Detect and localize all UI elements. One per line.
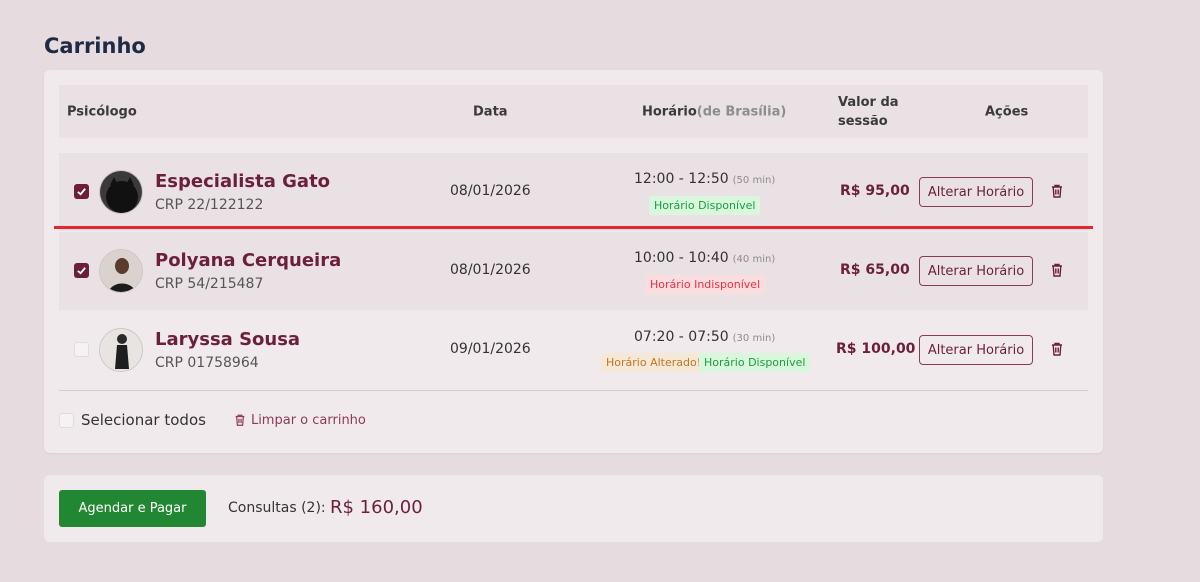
header-acoes: Ações [985,104,1029,119]
total-price: R$ 160,00 [330,497,423,518]
cart-card: Psicólogo Data Horário(de Brasília) Valo… [44,70,1103,453]
session-price: R$ 95,00 [840,183,910,199]
psychologist-crp: CRP 01758964 [155,355,259,371]
status-badge: Horário Indisponível [645,275,766,294]
session-time: 07:20 - 07:50 (30 min) [634,329,775,345]
person-photo [100,329,142,371]
highlight-line [54,226,1093,229]
status-badge: Horário Alterado! [601,353,707,372]
header-horario-sub: (de Brasília) [696,104,787,119]
status-badge: Horário Disponível [699,353,811,372]
change-time-button[interactable]: Alterar Horário [919,256,1033,286]
avatar [99,170,143,214]
time-range: 10:00 - 10:40 [634,250,729,266]
psychologist-name[interactable]: Laryssa Sousa [155,329,300,350]
time-duration: (40 min) [732,254,776,265]
header-horario: Horário(de Brasília) [642,104,786,119]
header-valor: Valor da sessão [838,94,899,129]
consultations-count: Consultas (2): [228,500,326,516]
change-time-button[interactable]: Alterar Horário [919,335,1033,365]
select-all[interactable]: Selecionar todos [59,411,206,429]
psychologist-crp: CRP 22/122122 [155,197,264,213]
trash-icon [235,414,245,426]
session-price: R$ 65,00 [840,262,910,278]
row-checkbox[interactable] [74,263,89,278]
page-title: Carrinho [44,34,146,58]
session-date: 08/01/2026 [450,183,531,199]
row-checkbox[interactable] [74,184,89,199]
session-time: 12:00 - 12:50 (50 min) [634,171,775,187]
time-range: 12:00 - 12:50 [634,171,729,187]
session-date: 09/01/2026 [450,341,531,357]
session-time: 10:00 - 10:40 (40 min) [634,250,775,266]
table-row: Especialista Gato CRP 22/122122 08/01/20… [59,153,1088,231]
time-duration: (30 min) [732,333,776,344]
status-badge: Horário Disponível [649,196,761,215]
psychologist-name[interactable]: Especialista Gato [155,171,330,192]
summary-card: Agendar e Pagar Consultas (2): R$ 160,00 [44,475,1103,542]
trash-icon[interactable] [1049,183,1065,199]
avatar [99,249,143,293]
trash-icon[interactable] [1049,262,1065,278]
psychologist-crp: CRP 54/215487 [155,276,264,292]
time-range: 07:20 - 07:50 [634,329,729,345]
trash-icon[interactable] [1049,341,1065,357]
header-data: Data [473,104,508,119]
table-header: Psicólogo Data Horário(de Brasília) Valo… [59,85,1088,138]
check-icon [77,267,86,275]
select-all-checkbox[interactable] [59,412,74,428]
header-psicologo: Psicólogo [67,104,137,119]
cat-photo [100,171,142,213]
psychologist-name[interactable]: Polyana Cerqueira [155,250,341,271]
time-duration: (50 min) [732,175,776,186]
row-checkbox[interactable] [74,342,89,357]
table-row: Laryssa Sousa CRP 01758964 09/01/2026 07… [59,311,1088,391]
cart-footer: Selecionar todos Limpar o carrinho [59,411,366,429]
header-horario-label: Horário [642,104,697,119]
select-all-label: Selecionar todos [81,411,206,429]
avatar [99,328,143,372]
table-row: Polyana Cerqueira CRP 54/215487 08/01/20… [59,232,1088,310]
clear-cart-link[interactable]: Limpar o carrinho [233,413,366,428]
check-icon [77,188,86,196]
person-photo [100,250,142,292]
session-price: R$ 100,00 [836,341,916,357]
clear-cart-label: Limpar o carrinho [250,412,366,428]
change-time-button[interactable]: Alterar Horário [919,177,1033,207]
session-date: 08/01/2026 [450,262,531,278]
schedule-and-pay-button[interactable]: Agendar e Pagar [59,490,206,527]
